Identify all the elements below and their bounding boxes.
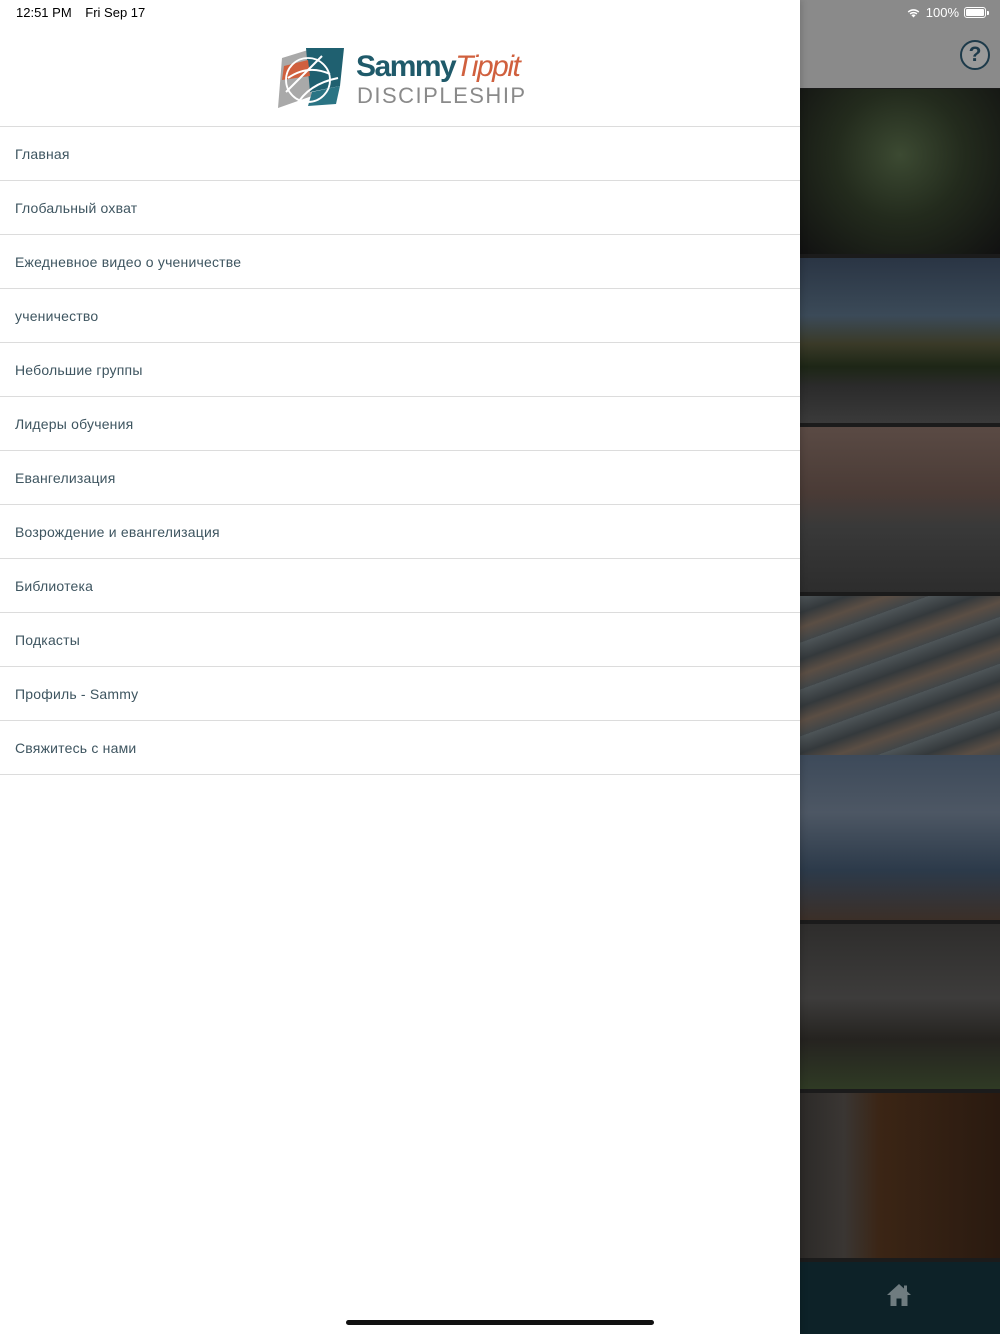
menu-item-label: ученичество	[15, 307, 99, 324]
sammy-tippit-logo: SammyTippit DISCIPLESHIP	[278, 48, 525, 112]
bottom-tab-bar	[800, 1262, 1000, 1334]
menu-item-training-leaders[interactable]: Лидеры обучения	[0, 397, 800, 451]
menu-item-label: Свяжитесь с нами	[15, 739, 137, 756]
menu-item-home[interactable]: Главная	[0, 127, 800, 181]
menu-item-label: Ежедневное видео о ученичестве	[15, 253, 242, 270]
status-indicators: 100%	[906, 5, 989, 20]
question-mark-icon[interactable]: ?	[960, 40, 990, 70]
menu-item-discipleship[interactable]: ученичество	[0, 289, 800, 343]
menu-item-label: Профиль - Sammy	[15, 685, 139, 702]
content-tile[interactable]	[800, 755, 1000, 920]
wifi-icon	[907, 9, 920, 18]
menu-item-label: Глобальный охват	[15, 199, 138, 216]
status-time-date: 12:51 PM Fri Sep 17	[16, 5, 155, 20]
battery-percentage: 100%	[925, 5, 959, 20]
status-time: 12:51 PM	[16, 5, 72, 20]
logo-wordmark: SammyTippit	[356, 50, 521, 84]
menu-item-label: Евангелизация	[15, 469, 116, 486]
content-tile[interactable]	[800, 1093, 1000, 1258]
logo-first-name: Sammy	[356, 50, 457, 83]
logo-last-name: Tippit	[455, 50, 521, 83]
menu-item-podcasts[interactable]: Подкасты	[0, 613, 800, 667]
status-date: Fri Sep 17	[85, 5, 146, 20]
content-tile[interactable]	[800, 89, 1000, 254]
content-tile[interactable]	[800, 427, 1000, 592]
home-indicator[interactable]	[346, 1320, 654, 1325]
content-tile[interactable]	[800, 258, 1000, 423]
menu-item-label: Подкасты	[15, 631, 81, 648]
menu-item-global-reach[interactable]: Глобальный охват	[0, 181, 800, 235]
menu-item-contact-us[interactable]: Свяжитесь с нами	[0, 721, 800, 775]
logo-mark-icon	[278, 48, 344, 108]
menu-item-label: Главная	[15, 145, 70, 162]
logo-subtitle: DISCIPLESHIP	[357, 83, 527, 108]
menu-item-library[interactable]: Библиотека	[0, 559, 800, 613]
home-icon[interactable]	[886, 1282, 912, 1308]
content-tile[interactable]	[800, 924, 1000, 1089]
background-page[interactable]: ?	[800, 0, 1000, 1334]
side-menu-drawer: SammyTippit DISCIPLESHIP Главная Глобаль…	[0, 0, 800, 1334]
menu-item-daily-discipleship-video[interactable]: Ежедневное видео о ученичестве	[0, 235, 800, 289]
menu-item-label: Небольшие группы	[15, 361, 143, 378]
menu-item-label: Возрождение и евангелизация	[15, 523, 220, 540]
menu-item-small-groups[interactable]: Небольшие группы	[0, 343, 800, 397]
content-tile[interactable]	[800, 596, 1000, 761]
menu-item-label: Лидеры обучения	[15, 415, 134, 432]
status-bar: 12:51 PM Fri Sep 17 100%	[0, 0, 1000, 24]
menu-item-profile[interactable]: Профиль - Sammy	[0, 667, 800, 721]
menu-item-label: Библиотека	[15, 577, 94, 594]
menu-item-revival-evangelism[interactable]: Возрождение и евангелизация	[0, 505, 800, 559]
menu-item-evangelism[interactable]: Евангелизация	[0, 451, 800, 505]
battery-icon	[964, 7, 989, 18]
menu-list: Главная Глобальный охват Ежедневное виде…	[0, 127, 800, 775]
battery-fill	[966, 9, 984, 16]
